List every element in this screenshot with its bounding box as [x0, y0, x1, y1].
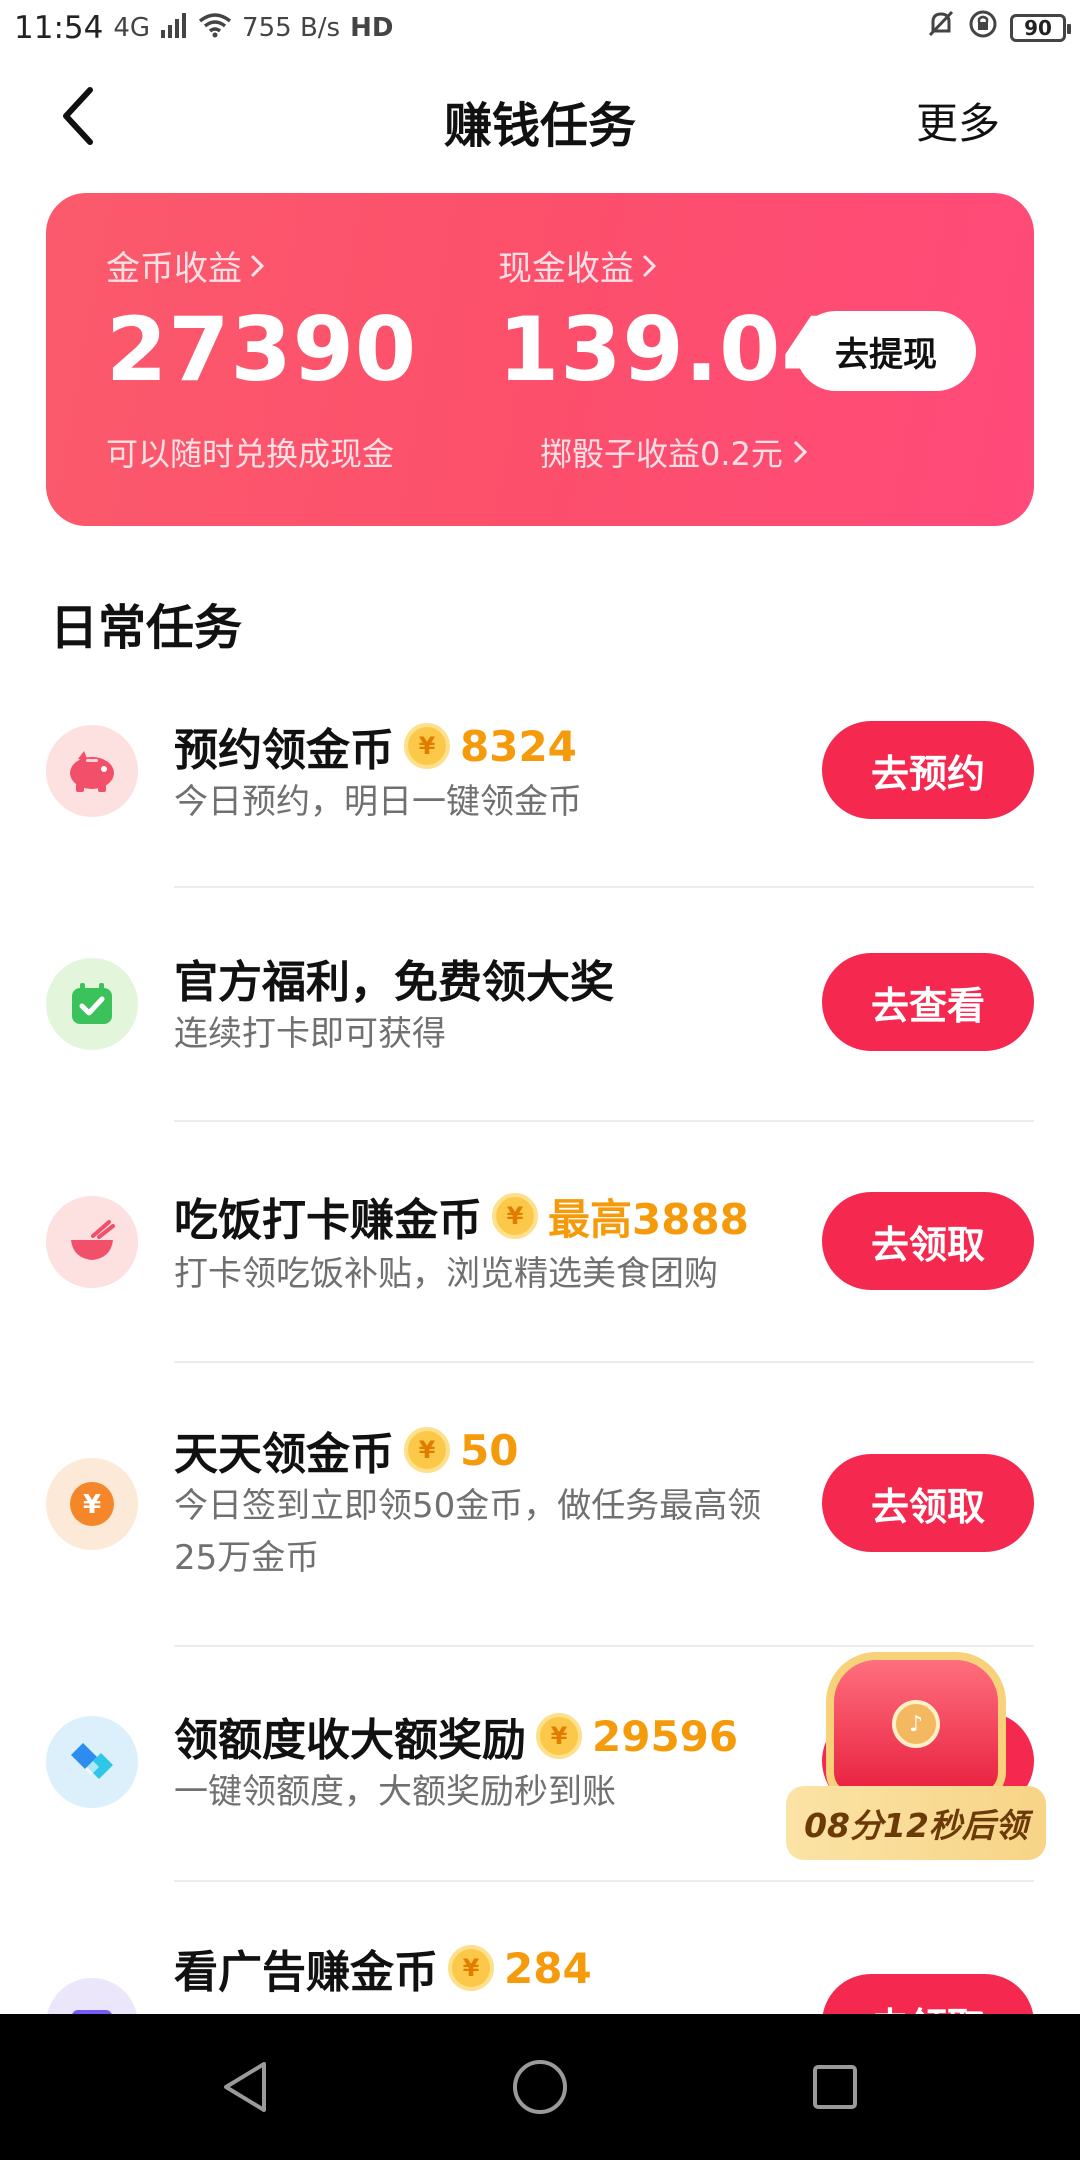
system-nav-bar [0, 2014, 1080, 2160]
task-reward: 29596 [592, 1711, 739, 1761]
calendar-check-icon [46, 958, 138, 1050]
wifi-icon [198, 11, 232, 46]
nav-home-button[interactable] [507, 2054, 573, 2120]
divider [174, 886, 1034, 888]
chevron-right-icon [250, 254, 265, 277]
more-button[interactable]: 更多 [916, 90, 1000, 151]
coin-earnings-label: 金币收益 [106, 249, 242, 289]
chevron-right-icon [793, 440, 808, 464]
lock-rotation-icon [968, 9, 998, 47]
bowl-icon [46, 1196, 138, 1288]
chevron-right-icon [642, 254, 657, 277]
task-item: 看广告赚金币 ¥ 284 去领取 [0, 1912, 1080, 2014]
coin-earnings-value: 27390 [106, 298, 418, 401]
task-button[interactable]: 去领取 [822, 1454, 1034, 1552]
task-button[interactable]: 去查看 [822, 953, 1034, 1051]
task-button[interactable]: 去领取 [822, 1192, 1034, 1290]
nav-recents-button[interactable] [802, 2054, 868, 2120]
bell-muted-icon [926, 9, 956, 47]
divider [174, 1120, 1034, 1122]
coin-earnings[interactable]: 金币收益 27390 [106, 241, 417, 401]
task-title: 天天领金币 [174, 1429, 394, 1480]
signal-icon [160, 11, 188, 46]
withdraw-button[interactable]: 去提现 [796, 311, 976, 391]
task-desc: 今日预约，明日一键领金币 [174, 782, 582, 822]
ad-icon [46, 1978, 138, 2014]
status-time: 11:54 [14, 10, 104, 46]
battery-icon: 90 [1010, 14, 1071, 42]
section-title: 日常任务 [50, 600, 243, 656]
task-title: 领额度收大额奖励 [174, 1715, 526, 1766]
dice-earnings-link[interactable]: 掷骰子收益0.2元 [540, 429, 809, 475]
dice-earnings-label: 掷骰子收益0.2元 [540, 435, 783, 473]
diamond-icon [46, 1716, 138, 1808]
task-reward: 最高3888 [548, 1194, 749, 1244]
task-desc: 今日签到立即领50金币，做任务最高领25万金币 [174, 1486, 762, 1578]
nav-bar: 赚钱任务 更多 [0, 56, 1080, 176]
status-bar: 11:54 4G 755 B/s HD 90 [0, 0, 1080, 56]
coin-icon: ¥ [448, 1945, 494, 1991]
task-button[interactable]: 去预约 [822, 721, 1034, 819]
nav-back-button[interactable] [212, 2054, 278, 2120]
yuan-coin-icon: ¥ [46, 1458, 138, 1550]
divider [174, 1880, 1034, 1882]
task-title: 官方福利，免费领大奖 [174, 957, 614, 1008]
piggy-bank-icon [46, 725, 138, 817]
hd-icon: HD [350, 13, 394, 43]
task-title: 吃饭打卡赚金币 [174, 1195, 482, 1246]
network-speed: 755 B/s [242, 13, 341, 43]
task-title: 看广告赚金币 [174, 1947, 438, 1998]
task-desc: 打卡领吃饭补贴，浏览精选美食团购 [174, 1254, 718, 1294]
network-type: 4G [113, 13, 151, 43]
task-reward: 8324 [460, 721, 577, 771]
svg-text:¥: ¥ [83, 1490, 101, 1520]
cash-earnings[interactable]: 现金收益 139.04 [498, 241, 844, 401]
cash-earnings-value: 139.04 [498, 298, 844, 401]
coin-earnings-sub: 可以随时兑换成现金 [106, 435, 395, 473]
task-desc: 一键领额度，大额奖励秒到账 [174, 1772, 616, 1812]
divider [174, 1645, 1034, 1647]
square-recents-icon [813, 2065, 857, 2109]
task-title: 预约领金币 [174, 725, 394, 776]
earnings-card: 金币收益 27390 可以随时兑换成现金 现金收益 139.04 掷骰子收益0.… [46, 193, 1034, 526]
cash-earnings-label: 现金收益 [498, 249, 634, 289]
coin-icon: ¥ [492, 1193, 538, 1239]
coin-icon: ¥ [404, 723, 450, 769]
task-button[interactable]: 去领取 [822, 1974, 1034, 2014]
task-desc: 连续打卡即可获得 [174, 1014, 446, 1054]
treasure-chest-widget[interactable]: ♪ 08分12秒后领 [786, 1652, 1046, 1872]
coin-icon: ¥ [536, 1713, 582, 1759]
task-reward: 50 [460, 1425, 519, 1475]
circle-home-icon [513, 2060, 567, 2114]
music-note-icon: ♪ [892, 1700, 940, 1748]
coin-icon: ¥ [404, 1427, 450, 1473]
triangle-back-icon [224, 2062, 266, 2112]
treasure-timer: 08分12秒后领 [786, 1786, 1046, 1860]
divider [174, 1361, 1034, 1363]
task-reward: 284 [504, 1943, 592, 1993]
